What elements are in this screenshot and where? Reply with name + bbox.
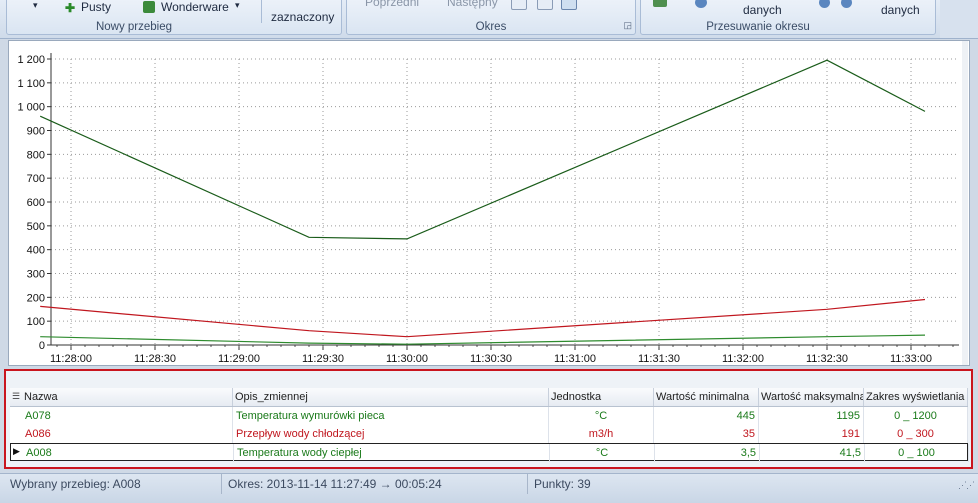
cell-desc: Przepływ wody chłodzącej xyxy=(233,425,549,443)
series-line-a086 xyxy=(40,298,926,338)
col-header-jednostka[interactable]: Jednostka xyxy=(549,388,654,406)
poprzedni-button[interactable]: Poprzedni xyxy=(365,0,419,9)
y-tick-label: 200 xyxy=(27,292,45,304)
cell-max: 41,5 xyxy=(760,444,865,462)
y-tick-label: 500 xyxy=(27,221,45,233)
table-row[interactable]: A078 Temperatura wymurówki pieca °C 445 1195… xyxy=(10,407,968,426)
y-tick-label: 900 xyxy=(27,126,45,138)
table-row[interactable]: ▶ A008 Temperatura wody ciepłej °C 3,5 41,5 0 … xyxy=(10,443,969,462)
y-tick-label: 1 100 xyxy=(17,78,45,90)
trend-chart-svg: 0 100 200 300 400 500 600 700 800 900 1 000 1 100 1 … xyxy=(17,41,968,365)
pusty-button[interactable]: Pusty xyxy=(81,0,111,14)
series-table: ☰ Nazwa Opis_zmiennej Jednostka Wartość … xyxy=(4,369,973,469)
row-indicator-icon: ▶ xyxy=(13,446,20,456)
group-title-przesuwanie: Przesuwanie okresu xyxy=(706,21,810,33)
status-bar: Wybrany przebieg: A008 Okres: 2013-11-14… xyxy=(0,473,978,503)
cell-unit: m3/h xyxy=(549,425,654,443)
cell-range: 0 _ 1200 xyxy=(864,407,968,425)
y-tick-label: 800 xyxy=(27,149,45,161)
dropdown-arrow-icon[interactable]: ▾ xyxy=(33,0,38,11)
y-tick-label: 0 xyxy=(39,340,45,352)
danych-button-2[interactable]: danych xyxy=(881,3,920,17)
x-tick-label: 11:30:30 xyxy=(470,353,512,365)
settings-icon[interactable] xyxy=(695,0,707,8)
x-tick-label: 11:33:00 xyxy=(890,353,932,365)
y-tick-label: 600 xyxy=(27,197,45,209)
series-line-a008 xyxy=(40,334,926,345)
x-tick-label: 11:28:30 xyxy=(134,353,176,365)
cell-min: 3,5 xyxy=(655,444,760,462)
cell-desc: Temperatura wody ciepłej xyxy=(234,444,550,462)
x-tick-label: 11:28:00 xyxy=(50,353,92,365)
cell-name: A008 xyxy=(23,444,234,462)
x-tick-label: 11:29:30 xyxy=(302,353,344,365)
cell-name: A078 xyxy=(22,407,233,425)
ribbon: ▾ ✚ Pusty Wonderware ▾ zaznaczony Nowy p… xyxy=(0,0,978,39)
x-tick-label: 11:31:00 xyxy=(554,353,596,365)
add-icon: ✚ xyxy=(65,1,76,15)
y-tick-label: 400 xyxy=(27,245,45,257)
table-header: ☰ Nazwa Opis_zmiennej Jednostka Wartość … xyxy=(10,388,968,407)
col-header-zakres[interactable]: Zakres wyświetlania xyxy=(864,388,968,406)
cell-min: 445 xyxy=(654,407,759,425)
ribbon-scroll-edge xyxy=(940,0,978,38)
group-przesuwanie-okresu: danych danych Przesuwanie okresu xyxy=(640,0,936,35)
chevron-down-icon[interactable]: ▾ xyxy=(235,0,240,11)
cell-min: 35 xyxy=(654,425,759,443)
resize-grip-icon[interactable]: ⋰⋰ xyxy=(958,480,975,491)
wonderware-icon xyxy=(143,1,155,13)
x-tick-label: 11:32:00 xyxy=(722,353,764,365)
y-tick-label: 300 xyxy=(27,269,45,281)
chart-edge xyxy=(962,41,968,365)
grid-menu-icon[interactable]: ☰ xyxy=(12,391,20,402)
table-row[interactable]: A086 Przepływ wody chłodzącej m3/h 35 191 0 _… xyxy=(10,425,968,444)
cell-range: 0 _ 100 xyxy=(865,444,969,462)
trend-chart[interactable]: 0 100 200 300 400 500 600 700 800 900 1 000 1 100 1 … xyxy=(8,40,970,366)
calendar-icon[interactable] xyxy=(561,0,577,10)
group-nowy-przebieg: ▾ ✚ Pusty Wonderware ▾ zaznaczony Nowy p… xyxy=(6,0,342,35)
cell-desc: Temperatura wymurówki pieca xyxy=(233,407,549,425)
shift-forward-icon[interactable] xyxy=(841,0,852,8)
cell-name: A086 xyxy=(22,425,233,443)
col-header-nazwa[interactable]: Nazwa xyxy=(22,388,233,406)
group-title-nowy-przebieg: Nowy przebieg xyxy=(95,21,173,33)
cell-unit: °C xyxy=(549,407,654,425)
refresh-icon[interactable] xyxy=(653,0,667,7)
cell-unit: °C xyxy=(550,444,655,462)
status-period: Okres: 2013-11-14 11:27:49 → 00:05:24 xyxy=(222,474,528,494)
nastepny-button[interactable]: Następny xyxy=(447,0,498,9)
cell-max: 1195 xyxy=(759,407,864,425)
x-tick-label: 11:30:00 xyxy=(386,353,428,365)
y-tick-label: 1 200 xyxy=(17,54,45,66)
col-header-max[interactable]: Wartość maksymalna xyxy=(759,388,864,406)
shift-back-icon[interactable] xyxy=(819,0,830,8)
cell-range: 0 _ 300 xyxy=(864,425,968,443)
status-selected-series: Wybrany przebieg: A008 xyxy=(4,474,222,494)
page-icon[interactable] xyxy=(537,0,553,10)
y-tick-label: 1 000 xyxy=(17,102,45,114)
y-tick-label: 700 xyxy=(27,173,45,185)
x-tick-label: 11:32:30 xyxy=(806,353,848,365)
col-header-opis[interactable]: Opis_zmiennej xyxy=(233,388,549,406)
x-tick-label: 11:31:30 xyxy=(638,353,680,365)
y-tick-label: 100 xyxy=(27,316,45,328)
status-points: Punkty: 39 xyxy=(534,477,591,491)
series-line-a078 xyxy=(39,59,926,240)
wonderware-button[interactable]: Wonderware xyxy=(161,0,229,14)
danych-button[interactable]: danych xyxy=(743,3,782,17)
divider xyxy=(261,0,262,23)
cell-max: 191 xyxy=(759,425,864,443)
x-tick-label: 11:29:00 xyxy=(218,353,260,365)
zoom-icon[interactable] xyxy=(511,0,527,10)
col-header-min[interactable]: Wartość minimalna xyxy=(654,388,759,406)
